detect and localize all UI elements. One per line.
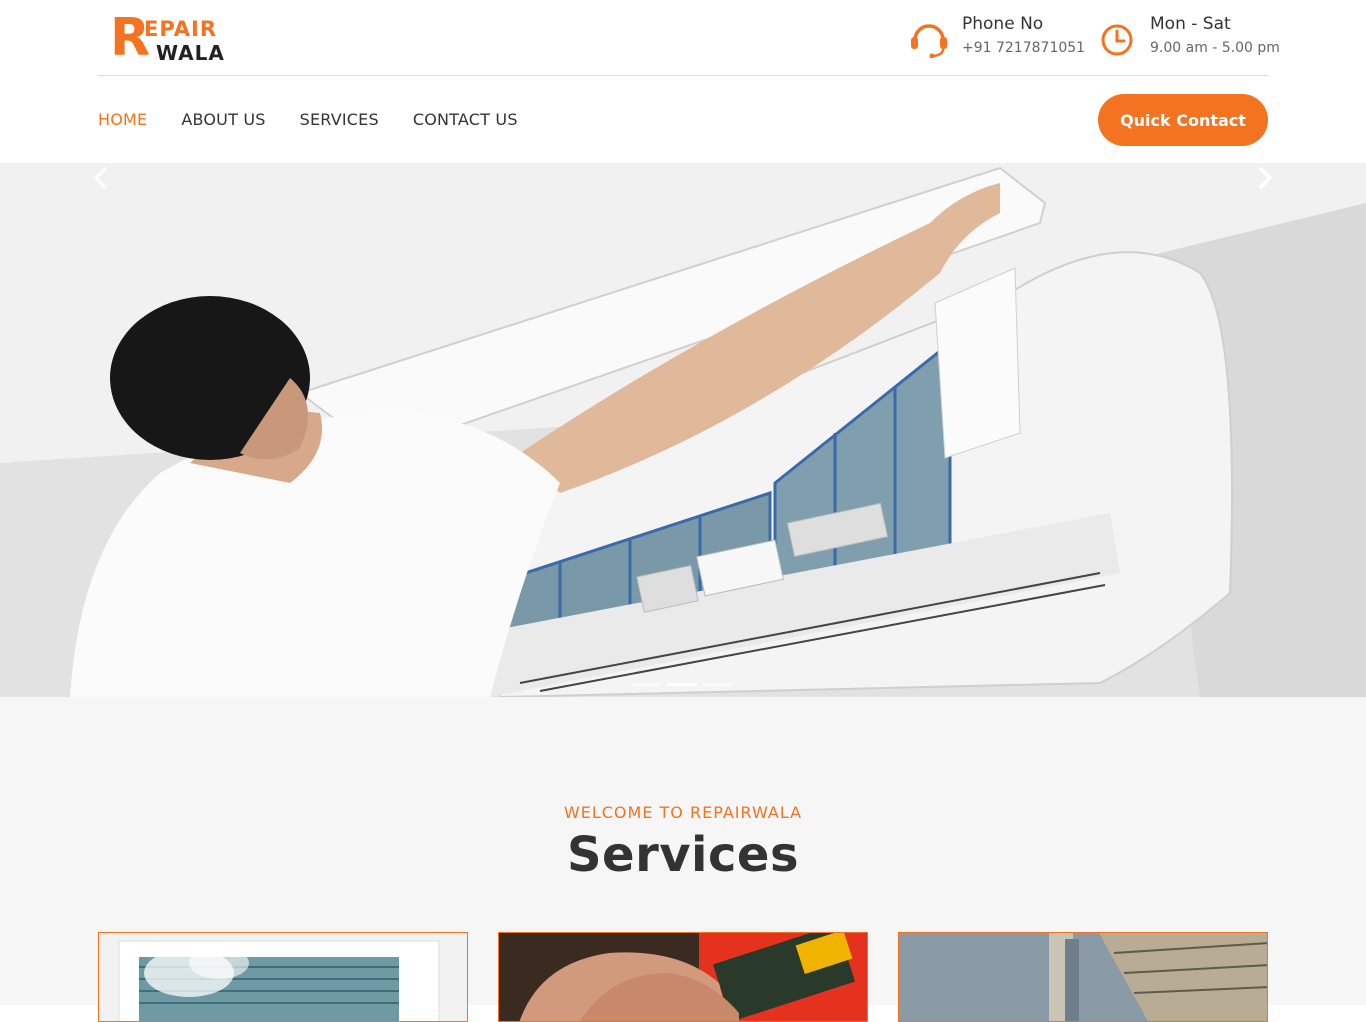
hero-slide-image	[0, 163, 1366, 697]
pipe-ceiling-image	[899, 933, 1267, 1021]
nav-home[interactable]: HOME	[98, 94, 147, 146]
headset-icon	[911, 24, 947, 58]
slider-dot-3[interactable]	[703, 683, 733, 686]
slider-prev-arrow[interactable]	[86, 163, 116, 193]
hours-time: 9.00 am - 5.00 pm	[1150, 40, 1280, 56]
logo-line1: EPAIR	[144, 17, 218, 41]
slider-dot-2[interactable]	[667, 683, 697, 686]
service-card-2[interactable]	[498, 932, 868, 1022]
hero-slider	[0, 163, 1366, 697]
phone-label: Phone No	[962, 14, 1044, 34]
phone-number[interactable]: +91 7217871051	[962, 38, 1085, 58]
service-card-3[interactable]	[898, 932, 1268, 1022]
services-eyebrow: WELCOME TO REPAIRWALA	[563, 803, 803, 822]
hours-days: Mon - Sat	[1150, 14, 1231, 34]
slider-next-arrow[interactable]	[1250, 163, 1280, 193]
services-section: WELCOME TO REPAIRWALA Services	[0, 697, 1366, 1022]
nav-contact-us[interactable]: CONTACT US	[413, 94, 518, 146]
quick-contact-button[interactable]: Quick Contact	[1098, 94, 1268, 146]
service-card-1[interactable]	[98, 932, 468, 1022]
top-header: R EPAIR WALA Phone No +91 7217871051 Mon…	[98, 0, 1280, 76]
main-nav: HOME ABOUT US SERVICES CONTACT US	[98, 94, 552, 146]
nav-about-us[interactable]: ABOUT US	[181, 94, 265, 146]
slider-dot-1[interactable]	[631, 683, 661, 686]
clock-icon	[1101, 24, 1133, 56]
ac-unit-steam-image	[99, 933, 467, 1021]
circuit-board-repair-image	[499, 933, 867, 1021]
logo-letter: R	[110, 8, 150, 68]
nav-services[interactable]: SERVICES	[300, 94, 379, 146]
services-title: Services	[566, 827, 800, 883]
repairwala-logo[interactable]: R EPAIR WALA	[110, 8, 224, 68]
slider-indicators	[631, 683, 733, 686]
logo-line2: WALA	[156, 41, 225, 65]
